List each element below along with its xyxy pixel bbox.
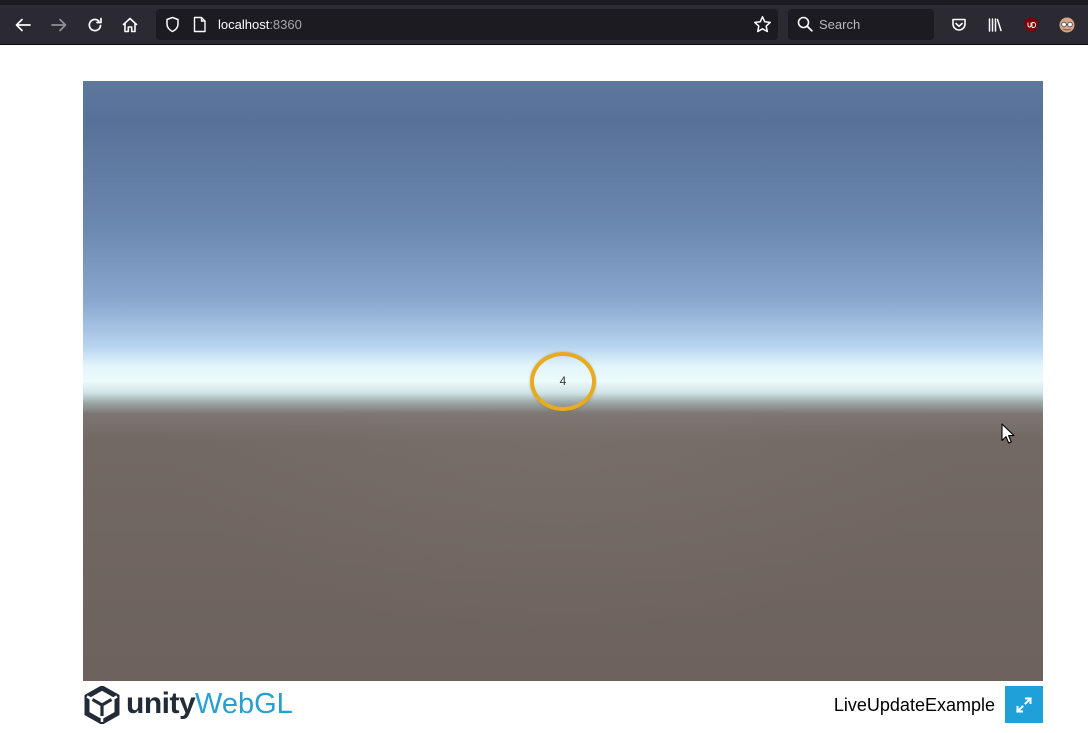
target-ring[interactable]: 4: [530, 352, 596, 411]
reload-icon: [88, 17, 102, 32]
pocket-button[interactable]: [943, 9, 975, 41]
extension-icon: [1059, 17, 1075, 33]
app-title: LiveUpdateExample: [833, 695, 995, 715]
logo-webgl-text: WebGL: [195, 688, 293, 720]
forward-button[interactable]: [43, 9, 75, 41]
pocket-icon: [952, 18, 966, 31]
back-button[interactable]: [7, 9, 39, 41]
ublock-button[interactable]: [1015, 9, 1047, 41]
fullscreen-button[interactable]: [1005, 686, 1043, 723]
ground-plane: [83, 411, 1043, 681]
unity-logo-icon: [84, 686, 120, 724]
url-port: :8360: [269, 17, 302, 32]
mouse-cursor-icon: [1001, 423, 1015, 444]
library-icon: [988, 18, 1002, 32]
logo-unity-text: unity: [126, 687, 196, 720]
search-icon: [797, 16, 813, 32]
home-icon: [122, 17, 138, 33]
library-button[interactable]: [979, 9, 1011, 41]
search-placeholder: Search: [819, 17, 861, 32]
webgl-footer: unity WebGL LiveUpdateExample: [83, 681, 1043, 733]
arrow-right-icon: [51, 18, 67, 32]
ring-label: 4: [559, 374, 567, 388]
extension-button[interactable]: [1051, 9, 1083, 41]
shield-icon[interactable]: [164, 16, 181, 33]
url-bar[interactable]: localhost:8360: [156, 9, 778, 40]
page-icon[interactable]: [192, 16, 207, 33]
reload-button[interactable]: [79, 9, 111, 41]
home-button[interactable]: [114, 9, 146, 41]
star-icon[interactable]: [753, 15, 772, 34]
search-input[interactable]: Search: [788, 9, 934, 40]
unity-canvas[interactable]: 4: [83, 81, 1043, 681]
url-text[interactable]: localhost:8360: [218, 9, 302, 40]
ublock-icon: [1024, 17, 1038, 33]
url-host: localhost: [218, 17, 270, 32]
arrow-left-icon: [15, 18, 31, 32]
fullscreen-icon: [1016, 696, 1032, 713]
browser-toolbar: localhost:8360 Search: [0, 5, 1088, 45]
